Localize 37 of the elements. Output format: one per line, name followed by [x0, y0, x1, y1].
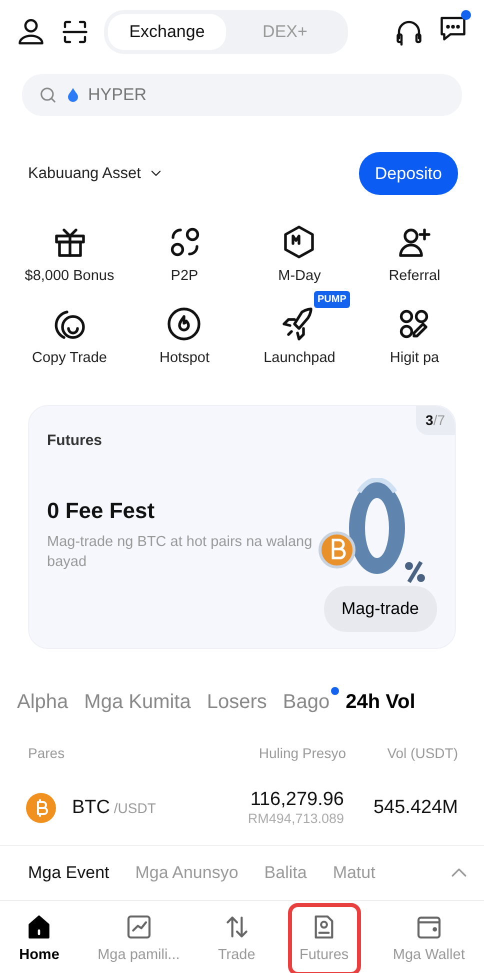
- profile-icon: [16, 16, 46, 47]
- shortcut-item[interactable]: P2P: [160, 223, 208, 289]
- market-tab[interactable]: Bago: [282, 686, 330, 716]
- shortcut-item[interactable]: Copy Trade: [26, 304, 113, 370]
- market-tab[interactable]: Mga Kumita: [84, 686, 191, 716]
- news-tab[interactable]: Mga Event: [28, 860, 110, 886]
- nav-tab[interactable]: Home: [17, 906, 62, 972]
- card-title: 0 Fee Fest: [47, 497, 156, 525]
- market-tab[interactable]: Alpha: [17, 686, 68, 716]
- column-header: Huling Presyo: [258, 744, 346, 763]
- bitcoin-icon: [26, 793, 56, 823]
- trade-button[interactable]: Mag-trade: [324, 586, 437, 632]
- shortcut-item[interactable]: Referral: [382, 223, 446, 289]
- asset-dropdown[interactable]: Kabuuang Asset: [28, 162, 163, 185]
- segment-tab[interactable]: Exchange: [108, 14, 226, 50]
- shortcut-item[interactable]: M-Day: [272, 223, 327, 289]
- market-tab[interactable]: Losers: [206, 686, 267, 716]
- shortcut-item[interactable]: Hotspot: [154, 304, 216, 370]
- deposit-button[interactable]: Deposito: [358, 152, 458, 195]
- pair-name: BTC /USDT: [72, 796, 156, 820]
- shortcut-item[interactable]: Higit pa: [384, 304, 446, 370]
- promo-card[interactable]: 3/7 Futures 0 Fee Fest Mag-trade ng BTC at hot pairs na walang bayad Mag-trade: [28, 404, 456, 648]
- page-counter: 3/7: [416, 406, 455, 434]
- card-description: Mag-trade ng BTC at hot pairs na walang bayad: [47, 533, 314, 572]
- search-icon: [38, 84, 58, 104]
- chart-icon: [124, 912, 153, 940]
- promo-tag: PUMP: [314, 290, 350, 308]
- local-price: RM494,713.089: [246, 811, 344, 827]
- shortcut-item[interactable]: $8,000 Bonus: [18, 223, 120, 289]
- column-header: Vol (USDT): [387, 744, 458, 763]
- card-category: Futures: [47, 430, 104, 450]
- market-tab[interactable]: 24h Vol: [346, 686, 416, 716]
- last-price: 116,279.96: [249, 789, 344, 812]
- market-row[interactable]: BTC /USDT 116,279.96 RM494,713.089 545.424M: [0, 784, 484, 846]
- column-header: Pares: [28, 744, 66, 762]
- search-field[interactable]: HYPER: [22, 74, 462, 116]
- volume-value: 545.424M: [373, 796, 458, 820]
